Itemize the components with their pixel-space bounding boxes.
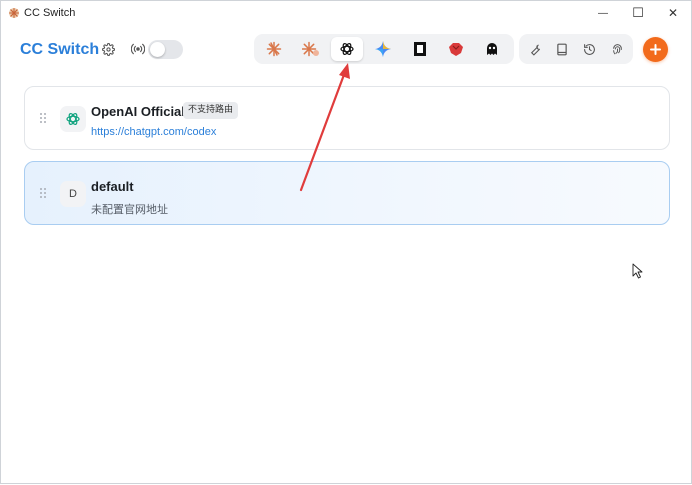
mouse-cursor-icon bbox=[632, 263, 643, 279]
fingerprint-icon bbox=[612, 43, 622, 54]
app-tab-opencode[interactable] bbox=[404, 37, 436, 61]
drag-handle-icon[interactable] bbox=[39, 112, 47, 124]
add-provider-button[interactable] bbox=[643, 37, 668, 62]
provider-avatar bbox=[60, 106, 86, 132]
opencode-icon bbox=[414, 42, 426, 56]
title-bar[interactable]: CC Switch — ☐ ✕ bbox=[1, 1, 691, 25]
openai-icon bbox=[66, 113, 80, 125]
ghost-icon bbox=[487, 43, 497, 55]
close-button[interactable]: ✕ bbox=[655, 1, 691, 25]
maximize-icon: ☐ bbox=[632, 5, 644, 20]
provider-card-openai-official[interactable]: OpenAI Official 不支持路由 https://chatgpt.co… bbox=[24, 86, 670, 150]
broadcast-icon bbox=[131, 43, 145, 55]
proxy-indicator bbox=[130, 42, 146, 56]
app-tab-claude[interactable] bbox=[258, 37, 290, 61]
window-title: CC Switch bbox=[24, 7, 76, 19]
red-bird-icon bbox=[449, 43, 463, 56]
provider-link[interactable]: https://chatgpt.com/codex bbox=[91, 126, 216, 138]
plus-icon bbox=[650, 44, 661, 55]
tools-button[interactable] bbox=[522, 37, 548, 61]
openai-icon bbox=[340, 43, 354, 55]
proxy-toggle[interactable] bbox=[148, 40, 183, 59]
tool-bar bbox=[519, 34, 633, 64]
app-tab-claude-alt[interactable] bbox=[295, 37, 327, 61]
maximize-button[interactable]: ☐ bbox=[620, 1, 656, 25]
app-logo-icon bbox=[8, 7, 20, 19]
minimize-button[interactable]: — bbox=[585, 1, 621, 25]
settings-button[interactable] bbox=[100, 41, 116, 57]
app-tab-openai[interactable] bbox=[331, 37, 363, 61]
claude-alt-icon bbox=[302, 41, 319, 57]
provider-card-default[interactable]: D default 未配置官网地址 bbox=[24, 161, 670, 225]
history-icon bbox=[583, 43, 595, 55]
brand-title: CC Switch bbox=[20, 41, 100, 58]
drag-handle-icon[interactable] bbox=[39, 187, 47, 199]
provider-name: default bbox=[91, 179, 134, 194]
provider-avatar-letter: D bbox=[60, 181, 86, 207]
routing-badge: 不支持路由 bbox=[183, 102, 239, 119]
app-window: CC Switch — ☐ ✕ CC Switch OpenAI Officia… bbox=[0, 0, 692, 484]
toggle-knob bbox=[150, 42, 165, 57]
wrench-icon bbox=[530, 44, 540, 56]
app-tab-ghost[interactable] bbox=[476, 37, 508, 61]
book-icon bbox=[557, 43, 567, 55]
provider-name: OpenAI Official bbox=[91, 104, 185, 119]
claude-icon bbox=[266, 41, 282, 57]
auth-button[interactable] bbox=[604, 37, 630, 61]
close-icon: ✕ bbox=[667, 6, 679, 20]
annotation-overlay bbox=[299, 63, 643, 279]
minimize-icon: — bbox=[598, 7, 608, 19]
app-tab-redbird[interactable] bbox=[440, 37, 472, 61]
app-tab-gemini[interactable] bbox=[367, 37, 399, 61]
history-button[interactable] bbox=[576, 37, 602, 61]
app-switcher bbox=[254, 34, 514, 64]
docs-button[interactable] bbox=[549, 37, 575, 61]
gear-icon bbox=[101, 42, 115, 56]
provider-subtitle: 未配置官网地址 bbox=[91, 203, 168, 216]
gemini-icon bbox=[375, 41, 391, 57]
